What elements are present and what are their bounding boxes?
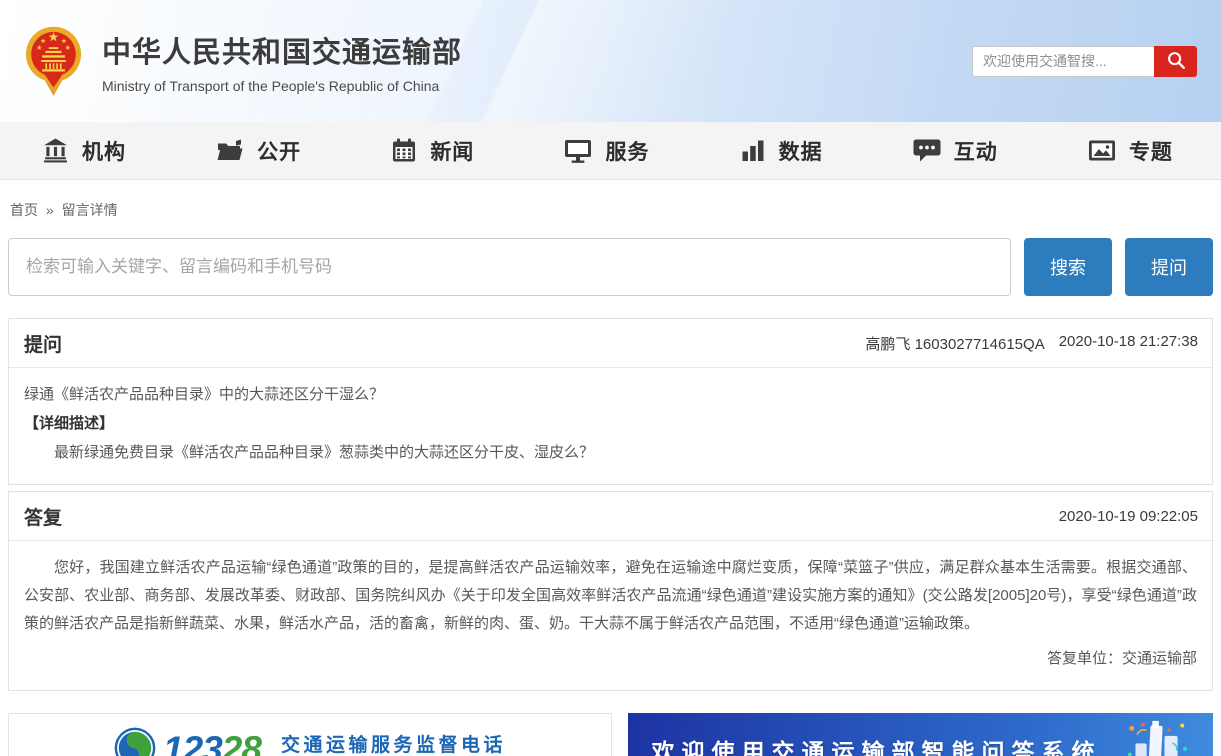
brand: 中华人民共和国交通运输部 Ministry of Transport of th… <box>25 20 462 103</box>
nav-item-label: 服务 <box>605 140 650 164</box>
nav-item-interaction[interactable]: 互动 <box>913 136 998 166</box>
hotline-number: 123 28 <box>163 729 268 756</box>
nav-item-label: 新闻 <box>430 140 475 164</box>
bar-chart-icon <box>740 137 766 164</box>
question-card: 提问 高鹏飞 1603027714615QA 2020-10-18 21:27:… <box>8 318 1213 485</box>
question-title: 提问 <box>24 334 63 356</box>
question-card-header: 提问 高鹏飞 1603027714615QA 2020-10-18 21:27:… <box>9 319 1212 368</box>
folder-icon <box>216 137 244 164</box>
smart-qa-banner-text: 欢迎使用交通运输部智能问答系统 <box>651 739 1102 756</box>
nav-item-label: 数据 <box>778 140 823 164</box>
nav-item-institutions[interactable]: 机构 <box>42 136 126 166</box>
question-author: 高鹏飞 1603027714615QA <box>865 335 1045 353</box>
search-icon <box>1165 49 1187 74</box>
site-subtitle: Ministry of Transport of the People's Re… <box>102 77 440 94</box>
nav-item-disclosure[interactable]: 公开 <box>216 136 301 166</box>
nav-item-topics[interactable]: 专题 <box>1088 136 1173 166</box>
nav-item-label: 机构 <box>82 140 126 164</box>
hotline-number-green: 28 <box>222 729 268 756</box>
breadcrumb-current: 留言详情 <box>61 202 118 218</box>
breadcrumb-home[interactable]: 首页 <box>10 202 38 218</box>
breadcrumb-separator: » <box>45 202 54 218</box>
ask-question-button[interactable]: 提问 <box>1125 238 1213 296</box>
nav-item-label: 互动 <box>953 140 998 164</box>
nav-item-services[interactable]: 服务 <box>564 136 649 166</box>
question-summary: 绿通《鲜活农产品品种目录》中的大蒜还区分干湿么？ <box>24 386 385 403</box>
picture-icon <box>1088 137 1116 164</box>
site-search <box>972 45 1197 77</box>
question-detail-label: 【详细描述】 <box>24 415 115 432</box>
question-body: 绿通《鲜活农产品品种目录》中的大蒜还区分干湿么？ 【详细描述】 最新绿通免费目录… <box>9 368 1212 484</box>
answer-meta: 2020-10-19 09:22:05 <box>1059 508 1198 525</box>
question-datetime: 2020-10-18 21:27:38 <box>1058 332 1198 350</box>
nav-item-news[interactable]: 新闻 <box>391 136 474 166</box>
hotline-12328-icon <box>114 727 156 756</box>
page: 中华人民共和国交通运输部 Ministry of Transport of th… <box>0 0 1221 756</box>
chat-bubble-icon <box>913 137 941 164</box>
answer-body-wrap: 您好，我国建立鲜活农产品运输“绿色通道”政策的目的，是提高鲜活农产品运输效率，避… <box>9 541 1212 690</box>
site-search-button[interactable] <box>1154 45 1197 77</box>
answer-card: 答复 2020-10-19 09:22:05 您好，我国建立鲜活农产品运输“绿色… <box>8 491 1213 691</box>
smart-qa-banner[interactable]: 欢迎使用交通运输部智能问答系统 <box>628 713 1213 756</box>
question-detail: 最新绿通免费目录《鲜活农产品品种目录》葱蒜类中的大蒜还区分干皮、湿皮么？ <box>54 444 595 461</box>
answer-datetime: 2020-10-19 09:22:05 <box>1058 507 1198 525</box>
site-search-input[interactable] <box>972 45 1154 77</box>
search-button[interactable]: 搜索 <box>1024 238 1112 296</box>
breadcrumb: 首页 » 留言详情 <box>0 180 1221 234</box>
question-meta: 高鹏飞 1603027714615QA 2020-10-18 21:27:38 <box>865 333 1198 354</box>
footer-banners: 123 28 交通运输服务监督电话 Transportation Service… <box>8 713 1213 756</box>
monitor-icon <box>564 137 592 164</box>
message-search-bar: 搜索 提问 <box>0 234 1221 296</box>
celebration-illustration-icon <box>1124 719 1190 756</box>
main-nav: 机构 公开 新闻 服务 数据 互动 专题 <box>0 122 1221 180</box>
message-search-input[interactable] <box>8 238 1011 296</box>
nav-item-label: 公开 <box>257 140 302 164</box>
nav-item-data[interactable]: 数据 <box>740 136 823 166</box>
site-title: 中华人民共和国交通运输部 <box>102 36 463 69</box>
answer-body: 您好，我国建立鲜活农产品运输“绿色通道”政策的目的，是提高鲜活农产品运输效率，避… <box>24 559 1197 632</box>
hotline-number-blue: 123 <box>163 729 223 756</box>
answer-card-header: 答复 2020-10-19 09:22:05 <box>9 492 1212 541</box>
site-header: 中华人民共和国交通运输部 Ministry of Transport of th… <box>0 0 1221 122</box>
hotline-text: 交通运输服务监督电话 Transportation Service Superv… <box>281 730 506 756</box>
nav-item-label: 专题 <box>1128 140 1173 164</box>
answer-title: 答复 <box>24 507 63 529</box>
hotline-title-cn: 交通运输服务监督电话 <box>280 735 506 756</box>
national-emblem-logo <box>25 20 82 103</box>
bank-icon <box>42 137 69 164</box>
brand-text: 中华人民共和国交通运输部 Ministry of Transport of th… <box>102 29 462 94</box>
calendar-icon <box>391 137 417 164</box>
hotline-banner[interactable]: 123 28 交通运输服务监督电话 Transportation Service… <box>8 713 612 756</box>
answer-unit: 答复单位：交通运输部 <box>1046 650 1197 667</box>
